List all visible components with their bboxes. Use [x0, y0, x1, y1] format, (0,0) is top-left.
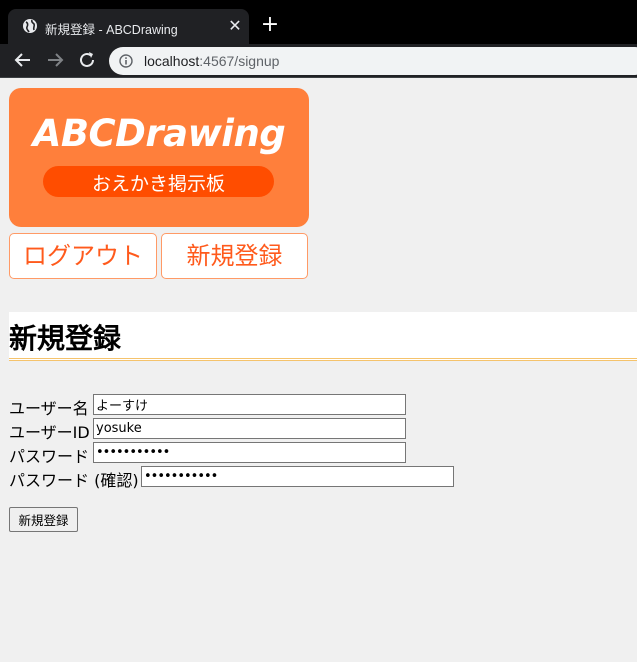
url-path: :4567/signup — [199, 53, 280, 69]
logo-subtitle-pill: おえかき掲示板 — [43, 166, 274, 197]
username-label: ユーザー名 — [9, 399, 89, 418]
info-icon[interactable] — [119, 54, 133, 68]
password-label: パスワード — [9, 447, 90, 466]
url-host: localhost — [144, 53, 200, 69]
password-input[interactable] — [93, 442, 406, 463]
logo-brand-text: ABCDrawing — [32, 112, 286, 155]
forward-arrow-icon[interactable] — [44, 49, 66, 71]
page-title: 新規登録 — [9, 322, 122, 355]
back-arrow-icon[interactable] — [12, 49, 34, 71]
submit-signup-button[interactable]: 新規登録 — [9, 507, 78, 532]
address-bar[interactable]: localhost:4567/signup — [109, 47, 637, 75]
site-logo[interactable]: ABCDrawing おえかき掲示板 — [9, 88, 309, 227]
close-tab-icon[interactable]: ✕ — [226, 17, 244, 35]
globe-icon — [23, 19, 37, 33]
logout-button[interactable]: ログアウト — [9, 233, 157, 279]
username-input[interactable] — [93, 394, 406, 415]
userid-label: ユーザーID — [9, 423, 90, 442]
logo-subtitle: おえかき掲示板 — [91, 173, 225, 195]
browser-tabstrip: 新規登録 - ABCDrawing ✕ + — [0, 0, 637, 44]
signup-nav-button[interactable]: 新規登録 — [161, 233, 308, 279]
browser-toolbar: localhost:4567/signup — [0, 44, 637, 77]
tab-title: 新規登録 - ABCDrawing — [45, 23, 178, 37]
password-confirm-label: パスワード (確認) — [9, 471, 139, 490]
page-title-bar: 新規登録 — [9, 312, 637, 361]
userid-input[interactable] — [93, 418, 406, 439]
reload-icon[interactable] — [76, 49, 98, 71]
new-tab-button[interactable]: + — [258, 14, 282, 38]
url-text: localhost:4567/signup — [144, 53, 279, 69]
browser-tab[interactable]: 新規登録 - ABCDrawing ✕ — [8, 9, 249, 44]
page-content: ABCDrawing おえかき掲示板 ログアウト 新規登録 新規登録 ユーザー名… — [0, 78, 637, 662]
password-confirm-input[interactable] — [141, 466, 454, 487]
